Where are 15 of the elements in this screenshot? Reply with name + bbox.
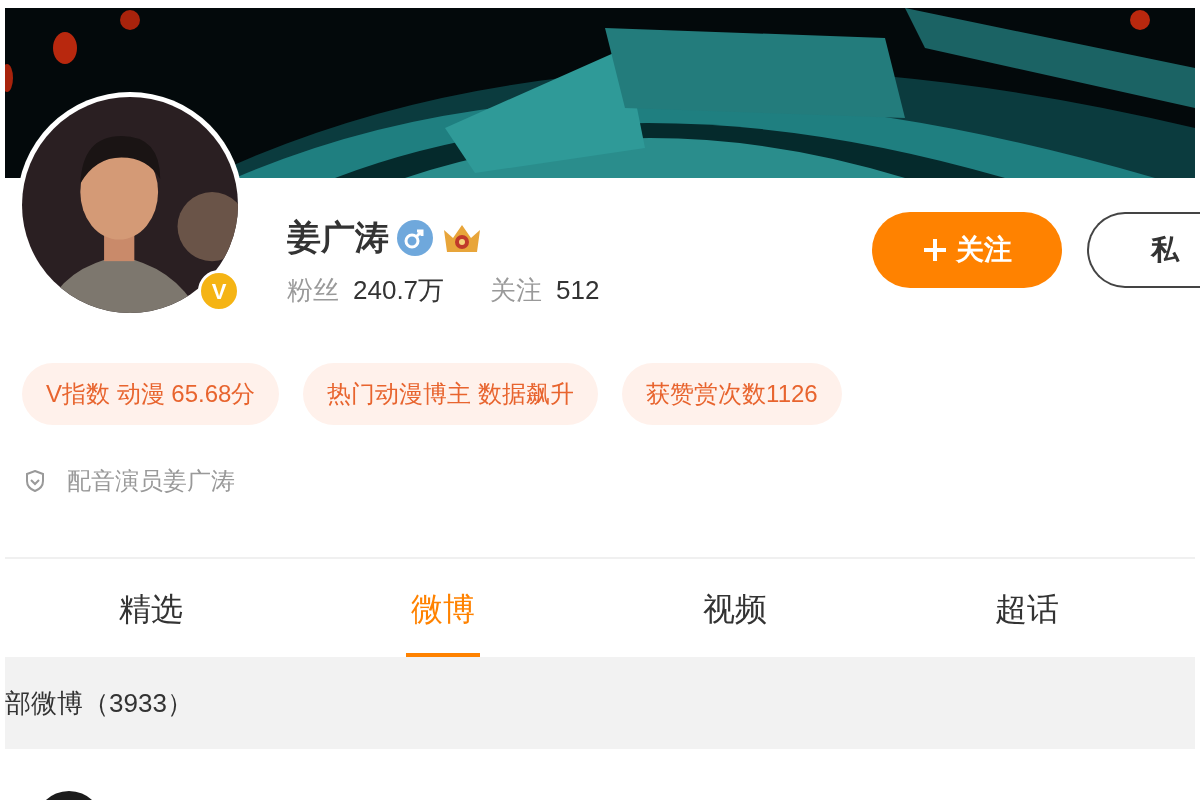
following-label: 关注 <box>490 274 543 307</box>
followers-label: 粉丝 <box>287 274 339 307</box>
tab[interactable]: 精选 <box>5 559 297 657</box>
verified-badge: V <box>198 270 240 312</box>
shield-icon <box>25 470 45 492</box>
followers-count[interactable]: 240.7万 <box>353 271 445 310</box>
message-button[interactable]: 私 <box>1087 212 1200 288</box>
following-count[interactable]: 512 <box>556 271 600 310</box>
user-name: 姜广涛 <box>287 217 389 258</box>
plus-icon <box>922 237 948 263</box>
male-icon <box>397 219 433 256</box>
tab[interactable]: 超话 <box>881 559 1173 657</box>
tab[interactable]: 视频 <box>589 559 881 657</box>
description: 配音演员姜广涛 <box>67 466 235 496</box>
feed-header: 部微博（3933） <box>5 686 193 720</box>
